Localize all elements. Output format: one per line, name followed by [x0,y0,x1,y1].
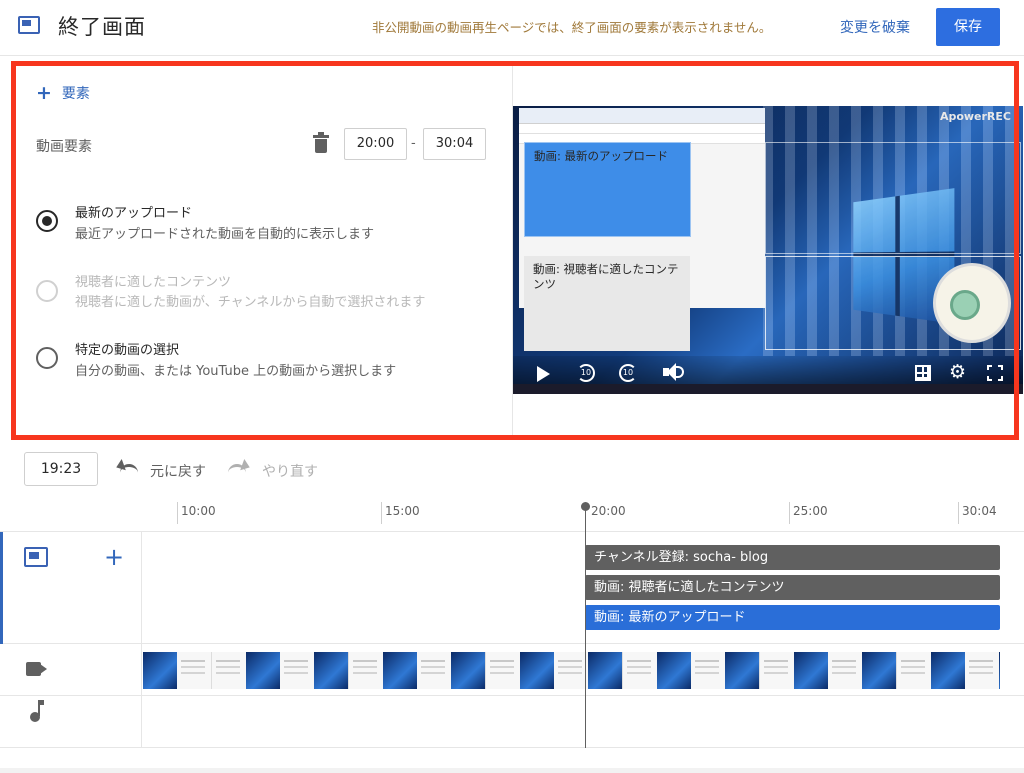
undo-button[interactable]: 元に戻す [150,461,206,481]
film-thumbnail [896,652,965,689]
gear-icon[interactable]: ⚙ [949,362,966,382]
redo-icon [228,458,252,474]
film-thumbnail [211,652,280,689]
timeline-element-latest-upload[interactable]: 動画: 最新のアップロード [585,605,1000,630]
film-thumbnail [828,652,897,689]
play-icon[interactable] [537,366,550,382]
preview-card-latest-upload[interactable]: 動画: 最新のアップロード [524,142,691,237]
taskbar-image [513,384,1023,394]
video-filmstrip[interactable] [143,652,1000,689]
film-thumbnail [417,652,486,689]
preview-card-label: 動画: 最新のアップロード [534,149,669,163]
option-title-specific-video: 特定の動画の選択 [75,343,180,358]
option-desc-specific-video: 自分の動画、または YouTube 上の動画から選択します [75,364,397,379]
music-note-icon [30,700,44,722]
preview-card-label: 動画: 視聴者に適したコンテンツ [533,262,679,291]
video-preview[interactable]: ApowerREC 動画: 最新のアップロード 動画: 視聴者に適したコンテンツ… [513,106,1023,394]
film-thumbnail [143,652,212,689]
plus-icon: + [36,82,52,104]
timeline-element-subscribe[interactable]: チャンネル登録: socha- blog [585,545,1000,570]
film-thumbnail [759,652,828,689]
timeline-element-best-for-viewer[interactable]: 動画: 視聴者に適したコンテンツ [585,575,1000,600]
option-title-best-for-viewer: 視聴者に適したコンテンツ [75,275,232,290]
add-element-button[interactable]: + 要素 [36,81,90,104]
option-title-latest-upload: 最新のアップロード [75,206,193,221]
rewind-10-icon[interactable]: 10 [577,364,595,382]
radio-latest-upload[interactable] [36,210,58,232]
tick-label: 30:04 [962,504,997,518]
header: 終了画面 非公開動画の動画再生ページでは、終了画面の要素が表示されません。 変更… [0,0,1024,56]
subscribe-channel-avatar[interactable] [933,263,1011,343]
option-desc-best-for-viewer: 視聴者に適した動画が、チャンネルから自動で選択されます [75,295,426,310]
film-thumbnail [348,652,417,689]
radio-specific-video[interactable] [36,347,58,369]
trash-icon[interactable] [313,132,329,154]
selected-track-indicator [0,532,3,644]
video-camera-icon [26,662,47,676]
film-reel-icon [950,290,980,320]
playhead[interactable] [585,504,586,748]
film-thumbnail [622,652,691,689]
timeline-ruler[interactable]: 10:00 15:00 20:00 25:00 30:04 [0,496,1024,532]
tick-label: 15:00 [385,504,420,518]
forward-10-icon[interactable]: 10 [619,364,637,382]
tick-label: 20:00 [591,504,626,518]
preview-card-best-for-viewer[interactable]: 動画: 視聴者に適したコンテンツ [524,256,690,351]
tick-label: 10:00 [181,504,216,518]
page-title: 終了画面 [58,15,146,39]
bottom-border [0,768,1024,773]
film-thumbnail [485,652,554,689]
private-video-notice: 非公開動画の動画再生ページでは、終了画面の要素が表示されません。 [372,20,772,35]
undo-icon[interactable] [114,458,138,474]
end-time-input[interactable]: 30:04 [423,128,486,160]
audio-track[interactable] [0,696,1024,748]
film-thumbnail [965,652,1000,689]
film-thumbnail [691,652,760,689]
save-button[interactable]: 保存 [936,8,1000,46]
film-thumbnail [280,652,349,689]
element-frame [765,142,1021,254]
film-thumbnail [554,652,623,689]
element-type-label: 動画要素 [36,139,92,155]
end-screen-track-icon [24,547,48,567]
radio-best-for-viewer [36,280,58,302]
tick-label: 25:00 [793,504,828,518]
end-screen-icon [18,16,40,34]
add-element-label: 要素 [61,86,90,102]
watermark: ApowerREC [939,110,1011,123]
start-time-input[interactable]: 20:00 [344,128,407,160]
grid-icon[interactable] [915,365,931,381]
fullscreen-icon[interactable] [987,365,1003,381]
current-time-input[interactable]: 19:23 [24,452,98,486]
discard-changes-button[interactable]: 変更を破棄 [840,17,910,37]
option-desc-latest-upload: 最近アップロードされた動画を自動的に表示します [75,227,375,242]
redo-button: やり直す [262,464,318,480]
add-element-plus-icon[interactable]: + [104,543,124,571]
time-separator: - [411,136,416,151]
